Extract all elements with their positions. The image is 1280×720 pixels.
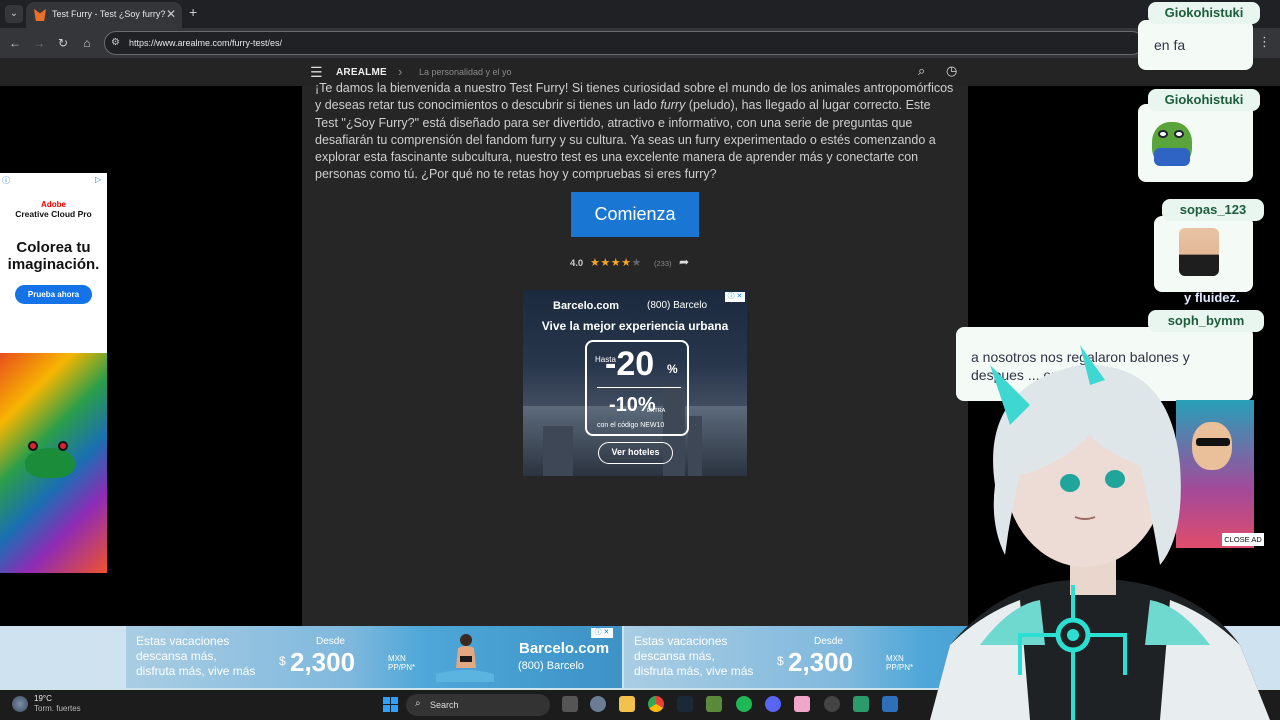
hamburger-menu-icon[interactable]: ☰ — [310, 64, 323, 81]
app-icon[interactable] — [882, 696, 898, 712]
ad-phone: (800) Barcelo — [518, 660, 585, 672]
prueba-ahora-button[interactable]: Prueba ahora — [15, 285, 92, 304]
ad-brand: Barcelo.com — [553, 300, 620, 312]
rating-row: 4.0 ★★★★★ (233) ➦ — [570, 255, 710, 270]
search-icon[interactable]: ⌕ — [918, 63, 925, 79]
barcelo-hotel-ad[interactable]: ⓘ ✕ Barcelo.com (800) Barcelo Vive la me… — [523, 290, 747, 476]
home-icon[interactable]: ⌂ — [78, 34, 96, 52]
chat-message — [1138, 104, 1253, 182]
forward-arrow-icon[interactable]: → — [30, 34, 48, 52]
rating-count: (233) — [654, 259, 672, 268]
overlay-partial-text: y fluidez. — [1184, 290, 1240, 305]
ad-promo-code: con el código NEW10 — [597, 422, 665, 429]
chat-username: sopas_123 — [1162, 199, 1264, 221]
site-info-icon[interactable]: ⚙ — [111, 37, 120, 48]
weather-temp[interactable]: 19°C — [34, 694, 52, 703]
ad-discount-main: -20 — [605, 345, 655, 383]
site-logo[interactable]: AREALME — [336, 67, 387, 78]
intro-paragraph: ¡Te damos la bienvenida a nuestro Test F… — [315, 81, 954, 182]
colorful-frog-image — [0, 353, 107, 573]
ad-price: 2,300 — [788, 647, 854, 677]
task-view-icon[interactable] — [562, 696, 578, 712]
chat-username: soph_bymm — [1148, 310, 1264, 332]
person-emote-icon — [1179, 228, 1219, 276]
ad-headline: Vive la mejor experiencia urbana — [541, 319, 729, 333]
browser-tab[interactable]: Test Furry - Test ¿Soy furry? ✕ — [26, 2, 182, 28]
site-favicon-icon — [34, 9, 46, 21]
ad-phone: (800) Barcelo — [647, 300, 708, 311]
ad-mxn: MXN PP/PN* — [388, 654, 416, 672]
weather-storm-icon[interactable] — [12, 696, 28, 712]
tab-close-icon[interactable]: ✕ — [166, 7, 176, 21]
file-explorer-icon[interactable] — [619, 696, 635, 712]
rating-value: 4.0 — [570, 258, 584, 269]
browser-tab-bar: ⌄ Test Furry - Test ¿Soy furry? ✕ + — [0, 0, 1280, 28]
app-icon[interactable] — [794, 696, 810, 712]
address-url: https://www.arealme.com/furry-test/es/ — [129, 38, 283, 48]
browser-toolbar: ← → ↻ ⌂ ⚙ https://www.arealme.com/furry-… — [0, 28, 1280, 58]
ad-copy: Estas vacaciones descansa más, disfruta má… — [136, 634, 256, 678]
ad-headline: Colorea tu imaginación. — [7, 239, 100, 273]
ad-price: 2,300 — [290, 647, 356, 677]
star-rating-icon[interactable]: ★★★★★ — [590, 256, 642, 269]
share-icon[interactable]: ➦ — [679, 255, 689, 269]
taskbar-search[interactable]: ⌕ Search — [406, 694, 550, 716]
taskbar-search-label: Search — [430, 700, 459, 710]
ad-choices-icon[interactable]: ⓘ ✕ — [725, 292, 745, 302]
main-content: ¡Te damos la bienvenida a nuestro Test F… — [302, 81, 968, 626]
chevron-right-icon: › — [398, 64, 403, 79]
new-tab-button[interactable]: + — [189, 4, 197, 20]
ad-brand: Adobe — [41, 200, 66, 209]
chat-message — [1154, 216, 1253, 292]
chat-message: en fa — [1138, 20, 1253, 70]
discord-icon[interactable] — [765, 696, 781, 712]
search-icon: ⌕ — [415, 698, 421, 709]
breadcrumb[interactable]: La personalidad y el yo — [419, 67, 512, 77]
chat-username: Giokohistuki — [1148, 89, 1260, 111]
adobe-ad[interactable]: ⓘ ▷ Adobe Creative Cloud Pro Colorea tu … — [0, 173, 107, 573]
barcelo-banner-ad[interactable]: Estas vacaciones descansa más, disfruta má… — [126, 626, 622, 688]
weather-desc[interactable]: Torm. fuertes — [34, 704, 81, 713]
reload-icon[interactable]: ↻ — [54, 34, 72, 52]
ad-currency: $ — [279, 654, 286, 668]
tab-search-menu-icon[interactable]: ⌄ — [5, 5, 23, 23]
history-icon[interactable]: ◷ — [946, 63, 957, 79]
ad-currency: $ — [777, 654, 784, 668]
pepe-emote-icon — [1152, 122, 1192, 166]
ad-extra-label: EXTRA — [647, 408, 666, 414]
ad-desde: Desde — [814, 636, 843, 647]
windows-start-icon[interactable] — [383, 697, 398, 712]
browser-menu-icon[interactable]: ⋮ — [1258, 34, 1271, 50]
ad-choices-icon[interactable]: ⓘ ✕ — [591, 628, 613, 638]
chrome-icon[interactable] — [648, 696, 664, 712]
back-arrow-icon[interactable]: ← — [6, 34, 24, 52]
ad-info-icon[interactable]: ⓘ — [2, 175, 10, 186]
start-button[interactable]: Comienza — [571, 192, 699, 237]
vtuber-avatar — [930, 345, 1270, 720]
ad-product: Creative Cloud Pro — [15, 209, 92, 219]
ad-pct: % — [667, 362, 678, 376]
settings-icon[interactable] — [590, 696, 606, 712]
ad-copy: Estas vacaciones descansa más, disfruta má… — [634, 634, 754, 678]
steam-icon[interactable] — [677, 696, 693, 712]
ad-close-icon[interactable]: ▷ — [95, 175, 101, 184]
ad-desde: Desde — [316, 636, 345, 647]
spotify-icon[interactable] — [736, 696, 752, 712]
ad-brand: Barcelo.com — [519, 640, 610, 657]
tab-title: Test Furry - Test ¿Soy furry? — [52, 9, 166, 19]
ver-hoteles-button[interactable]: Ver hoteles — [598, 442, 673, 464]
app-icon[interactable] — [853, 696, 869, 712]
address-bar[interactable]: ⚙ https://www.arealme.com/furry-test/es/ — [104, 31, 1144, 55]
ad-discount-box: Hasta -20 % -10% EXTRA con el código NEW… — [585, 340, 689, 436]
chat-username: Giokohistuki — [1148, 2, 1260, 24]
swimmer-image — [436, 634, 494, 682]
minecraft-icon[interactable] — [706, 696, 722, 712]
obs-icon[interactable] — [824, 696, 840, 712]
